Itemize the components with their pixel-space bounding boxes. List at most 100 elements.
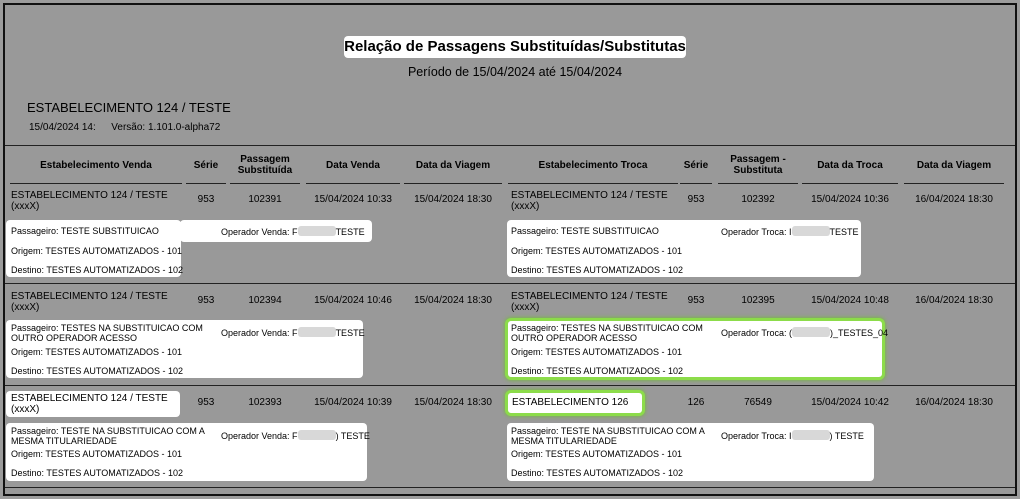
operator-troca: Operador Troca: ()_TESTES_04 — [721, 327, 888, 338]
passenger-origin: Origem: TESTES AUTOMATIZADOS - 101 — [511, 347, 683, 357]
row-estab-venda-line1: ESTABELECIMENTO 124 / TESTE — [11, 291, 168, 302]
passenger-name-line1: Passageiro: TESTE NA SUBSTITUICAO COM A — [511, 426, 705, 436]
header-underline — [904, 183, 1004, 184]
passenger-origin: Origem: TESTES AUTOMATIZADOS - 101 — [11, 449, 183, 459]
row-estab-troca-line1: ESTABELECIMENTO 124 / TESTE — [511, 190, 668, 201]
establishment-name: ESTABELECIMENTO 124 / TESTE — [27, 100, 231, 115]
operator-label: Operador Troca: I — [721, 431, 792, 441]
row-estab-venda: ESTABELECIMENTO 124 / TESTE (xxxX) — [11, 291, 168, 313]
header-underline — [802, 183, 898, 184]
row-serie: 953 — [197, 295, 215, 306]
row-data-viagem-troca: 16/04/2024 18:30 — [915, 194, 993, 205]
row-serie-troca: 953 — [687, 295, 705, 306]
row-data-troca: 15/04/2024 10:42 — [811, 397, 889, 408]
header-underline — [718, 183, 798, 184]
redacted-block — [297, 327, 336, 337]
report-title: Relação de Passagens Substituídas/Substi… — [344, 36, 686, 58]
row-separator — [5, 487, 1015, 488]
row-estab-troca-line2: (xxxX) — [511, 201, 540, 212]
passenger-destination: Destino: TESTES AUTOMATIZADOS - 102 — [511, 366, 684, 376]
header-underline — [680, 183, 712, 184]
row-data-viagem-troca: 16/04/2024 18:30 — [915, 397, 993, 408]
passenger-name: Passageiro: TESTE SUBSTITUICAO — [511, 226, 659, 236]
operator-suffix: ) TESTE — [829, 431, 864, 441]
passenger-name: Passageiro: TESTE NA SUBSTITUICAO COM A … — [511, 426, 705, 446]
redacted-block — [297, 430, 336, 440]
passenger-destination: Destino: TESTES AUTOMATIZADOS - 102 — [11, 265, 184, 275]
row-estab-troca-line1: ESTABELECIMENTO 124 / TESTE — [511, 291, 668, 302]
col-header-data-viagem: Data da Viagem — [415, 160, 491, 171]
col-header-estab-venda: Estabelecimento Venda — [40, 160, 152, 171]
row-separator — [5, 283, 1015, 284]
passenger-origin: Origem: TESTES AUTOMATIZADOS - 101 — [11, 347, 183, 357]
operator-suffix: TESTE — [335, 328, 365, 338]
row-data-viagem: 15/04/2024 18:30 — [414, 194, 492, 205]
passenger-name-line2: OUTRO OPERADOR ACESSO — [11, 333, 138, 343]
passenger-name: Passageiro: TESTE SUBSTITUICAO — [11, 226, 159, 236]
operator-suffix: )_TESTES_04 — [830, 328, 889, 338]
col-header-data-viagem-troca: Data da Viagem — [916, 160, 992, 171]
col-header-serie: Série — [193, 160, 219, 171]
row-estab-venda-line2: (xxxX) — [11, 201, 40, 212]
passenger-origin: Origem: TESTES AUTOMATIZADOS - 101 — [511, 449, 683, 459]
operator-label: Operador Venda: F — [221, 227, 298, 237]
redacted-block — [792, 327, 831, 337]
header-underline — [186, 183, 226, 184]
report-version: Versão: 1.101.0-alpha72 — [111, 122, 221, 133]
row-data-venda: 15/04/2024 10:39 — [314, 397, 392, 408]
passenger-name-line2: OUTRO OPERADOR ACESSO — [511, 333, 638, 343]
row-passagem: 102391 — [248, 194, 282, 205]
passenger-destination: Destino: TESTES AUTOMATIZADOS - 102 — [511, 468, 684, 478]
header-underline — [230, 183, 300, 184]
passenger-destination: Destino: TESTES AUTOMATIZADOS - 102 — [11, 366, 184, 376]
row-estab-troca: ESTABELECIMENTO 124 / TESTE (xxxX) — [511, 291, 668, 313]
operator-troca: Operador Troca: I ) TESTE — [721, 430, 864, 441]
row-estab-venda-line1: ESTABELECIMENTO 124 / TESTE — [11, 393, 168, 404]
passenger-name-line2: MESMA TITULARIEDADE — [511, 436, 617, 446]
col-header-passagem-substituta: Passagem - Substituta — [730, 154, 786, 176]
passenger-name: Passageiro: TESTES NA SUBSTITUICAO COM O… — [11, 323, 203, 343]
row-separator — [5, 385, 1015, 386]
row-passagem: 102393 — [248, 397, 282, 408]
row-data-viagem-troca: 16/04/2024 18:30 — [915, 295, 993, 306]
col-header-data-venda: Data Venda — [326, 160, 380, 171]
row-serie-troca: 953 — [687, 194, 705, 205]
operator-venda: Operador Venda: F TESTE — [221, 226, 365, 237]
report-period: Período de 15/04/2024 até 15/04/2024 — [407, 65, 623, 79]
header-underline — [404, 183, 502, 184]
passenger-origin: Origem: TESTES AUTOMATIZADOS - 101 — [11, 246, 183, 256]
operator-label: Operador Venda: F — [221, 328, 298, 338]
passenger-name-line1: Passageiro: TESTES NA SUBSTITUICAO COM — [511, 323, 703, 333]
row-data-troca: 15/04/2024 10:48 — [811, 295, 889, 306]
header-underline — [10, 183, 182, 184]
operator-suffix: ) TESTE — [335, 431, 370, 441]
row-estab-venda-line1: ESTABELECIMENTO 124 / TESTE — [11, 190, 168, 201]
row-estab-venda-line2: (xxxX) — [11, 302, 40, 313]
row-estab-troca-line1: ESTABELECIMENTO 126 — [512, 397, 629, 408]
row-serie: 953 — [197, 194, 215, 205]
passenger-name-line2: MESMA TITULARIEDADE — [11, 436, 117, 446]
operator-label: Operador Troca: I — [721, 227, 792, 237]
passenger-name-line1: Passageiro: TESTES NA SUBSTITUICAO COM — [11, 323, 203, 333]
redacted-block — [791, 430, 830, 440]
row-estab-troca-line2: (xxxX) — [511, 302, 540, 313]
row-serie-troca: 126 — [687, 397, 705, 408]
operator-venda: Operador Venda: F TESTE — [221, 327, 365, 338]
row-data-viagem: 15/04/2024 18:30 — [414, 397, 492, 408]
passenger-name: Passageiro: TESTES NA SUBSTITUICAO COM O… — [511, 323, 703, 343]
row-passagem-troca: 102392 — [741, 194, 775, 205]
row-data-troca: 15/04/2024 10:36 — [811, 194, 889, 205]
redacted-block — [791, 226, 830, 236]
row-passagem-troca: 102395 — [741, 295, 775, 306]
col-header-serie-troca: Série — [683, 160, 709, 171]
row-estab-troca: ESTABELECIMENTO 126 — [512, 397, 628, 408]
passenger-destination: Destino: TESTES AUTOMATIZADOS - 102 — [11, 468, 184, 478]
operator-venda: Operador Venda: F ) TESTE — [221, 430, 370, 441]
operator-suffix: TESTE — [335, 227, 365, 237]
row-data-venda: 15/04/2024 10:33 — [314, 194, 392, 205]
header-top-rule — [5, 145, 1015, 146]
operator-label: Operador Venda: F — [221, 431, 298, 441]
row-estab-venda-line2: (xxxX) — [11, 404, 40, 415]
passenger-name: Passageiro: TESTE NA SUBSTITUICAO COM A … — [11, 426, 205, 446]
row-estab-venda: ESTABELECIMENTO 124 / TESTE (xxxX) — [11, 190, 168, 212]
